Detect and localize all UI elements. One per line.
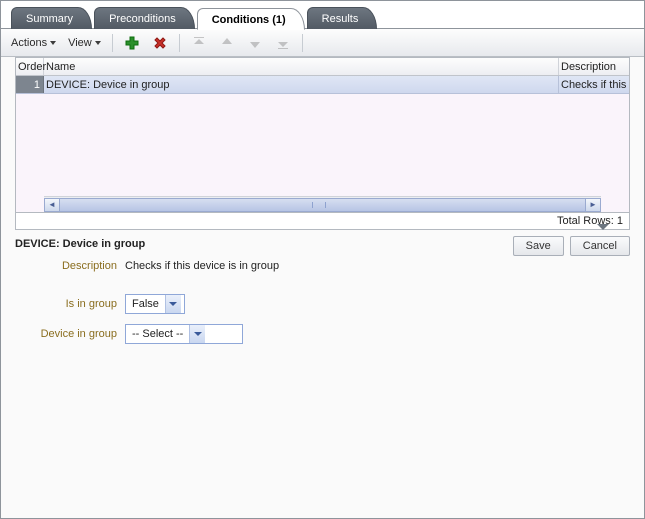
chevron-down-icon: [189, 325, 205, 343]
save-button[interactable]: Save: [513, 236, 564, 256]
table-row[interactable]: 1 DEVICE: Device in group Checks if this…: [16, 76, 629, 94]
toolbar: Actions View: [1, 29, 644, 57]
tabstrip: Summary Preconditions Conditions (1) Res…: [1, 1, 644, 29]
arrow-bottom-icon: [275, 35, 291, 51]
scroll-right-icon[interactable]: ►: [585, 198, 601, 212]
tab-results[interactable]: Results: [307, 7, 378, 29]
isingroup-label: Is in group: [15, 298, 125, 310]
view-label: View: [68, 37, 92, 49]
view-menu[interactable]: View: [64, 33, 105, 53]
cell-order: 1: [16, 76, 44, 93]
arrow-up-icon: [219, 35, 235, 51]
devicegroup-value: -- Select --: [126, 328, 189, 340]
actions-label: Actions: [11, 37, 47, 49]
tab-preconditions[interactable]: Preconditions: [94, 7, 195, 29]
tab-summary[interactable]: Summary: [11, 7, 92, 29]
grid-footer: Total Rows: 1: [15, 213, 630, 230]
move-top-button[interactable]: [187, 33, 211, 53]
caret-down-icon: [50, 41, 56, 45]
cell-name: DEVICE: Device in group: [44, 76, 559, 93]
isingroup-value: False: [126, 298, 165, 310]
scroll-track[interactable]: [60, 198, 585, 212]
grid-header: Order Name Description: [16, 58, 629, 76]
panel: Summary Preconditions Conditions (1) Res…: [0, 0, 645, 519]
arrow-down-icon: [247, 35, 263, 51]
plus-icon: [124, 35, 140, 51]
move-bottom-button[interactable]: [271, 33, 295, 53]
detail-pane: Save Cancel DEVICE: Device in group Desc…: [1, 230, 644, 352]
separator: [112, 34, 113, 52]
x-icon: [152, 35, 168, 51]
chevron-down-icon: [165, 295, 181, 313]
total-rows-label: Total Rows: 1: [557, 215, 623, 227]
cell-description: Checks if this dev: [559, 76, 629, 93]
scroll-left-icon[interactable]: ◄: [44, 198, 60, 212]
separator: [302, 34, 303, 52]
move-down-button[interactable]: [243, 33, 267, 53]
devicegroup-label: Device in group: [15, 328, 125, 340]
add-button[interactable]: [120, 33, 144, 53]
isingroup-select[interactable]: False: [125, 294, 185, 314]
grid: Order Name Description 1 DEVICE: Device …: [15, 57, 630, 213]
grid-empty-area: [16, 94, 629, 196]
cancel-button[interactable]: Cancel: [570, 236, 630, 256]
description-value: Checks if this device is in group: [125, 260, 279, 272]
col-order[interactable]: Order: [16, 58, 44, 75]
tab-conditions[interactable]: Conditions (1): [197, 8, 305, 30]
separator: [179, 34, 180, 52]
col-description[interactable]: Description: [559, 58, 629, 75]
devicegroup-select[interactable]: -- Select --: [125, 324, 243, 344]
actions-menu[interactable]: Actions: [7, 33, 60, 53]
horizontal-scrollbar[interactable]: ◄ ►: [44, 196, 601, 212]
caret-down-icon: [95, 41, 101, 45]
description-label: Description: [15, 260, 125, 272]
delete-button[interactable]: [148, 33, 172, 53]
arrow-top-icon: [191, 35, 207, 51]
col-name[interactable]: Name: [44, 58, 559, 75]
move-up-button[interactable]: [215, 33, 239, 53]
